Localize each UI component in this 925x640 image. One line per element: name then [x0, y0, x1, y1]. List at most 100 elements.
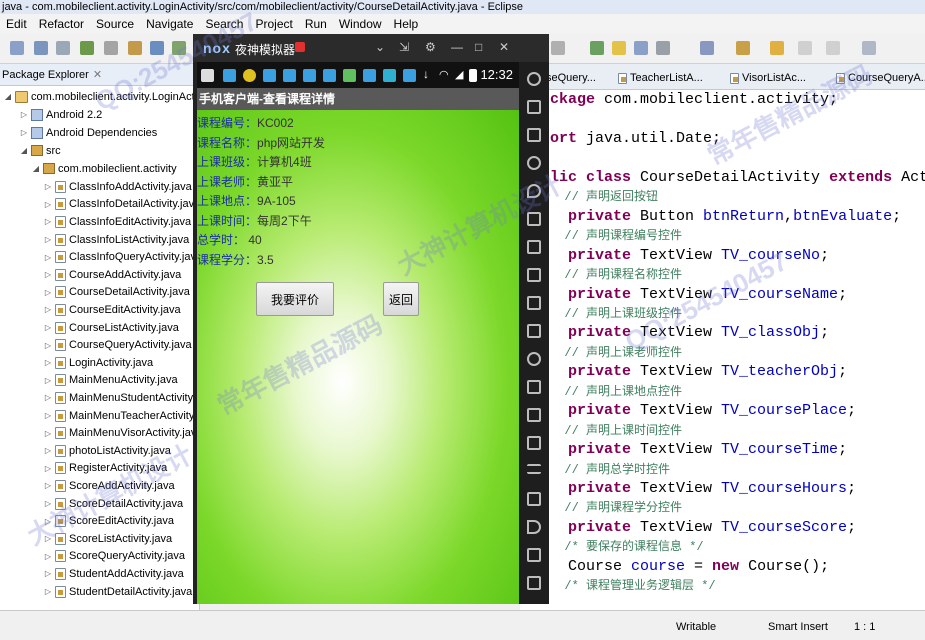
java-file-item[interactable]: ▷ CourseListActivity.java: [44, 319, 179, 337]
collapse-icon[interactable]: ◢: [32, 164, 40, 173]
java-file-item[interactable]: ▷ ClassInfoListActivity.java: [44, 231, 189, 249]
toolbar-search-icon[interactable]: [551, 41, 565, 55]
screenshot-icon[interactable]: [527, 408, 541, 422]
tree-project[interactable]: ◢ com.mobileclient.activity.LoginActivit…: [4, 88, 199, 106]
expand-icon[interactable]: ▷: [44, 376, 52, 385]
java-file-item[interactable]: ▷ CourseQueryActivity.java: [44, 336, 192, 354]
java-file-item[interactable]: ▷ ScoreQueryActivity.java: [44, 548, 185, 566]
toolbar-back-icon[interactable]: [770, 41, 784, 55]
expand-icon[interactable]: ▷: [44, 552, 52, 561]
scissors-icon[interactable]: [527, 156, 541, 170]
expand-icon[interactable]: ▷: [44, 200, 52, 209]
evaluate-button[interactable]: 我要评价: [256, 282, 334, 316]
tree-deps[interactable]: ▷ Android Dependencies: [20, 124, 157, 142]
java-file-item[interactable]: ▷ ScoreEditActivity.java: [44, 512, 174, 530]
expand-icon[interactable]: ▷: [44, 341, 52, 350]
macro-icon[interactable]: [527, 380, 541, 394]
java-file-item[interactable]: ▷ CourseDetailActivity.java: [44, 284, 190, 302]
tree-src[interactable]: ◢ src: [20, 142, 61, 160]
toolbar-mark-icon[interactable]: [590, 41, 604, 55]
volume-down-icon[interactable]: [527, 296, 541, 310]
sync-icon[interactable]: [527, 492, 541, 506]
menu-search[interactable]: Search: [199, 17, 249, 31]
menu-window[interactable]: Window: [333, 17, 388, 31]
editor-tab[interactable]: TeacherListA...: [618, 68, 703, 88]
menu-run[interactable]: Run: [299, 17, 333, 31]
toolbar-new-icon[interactable]: [10, 41, 24, 55]
expand-icon[interactable]: ▷: [44, 587, 52, 596]
expand-icon[interactable]: ▷: [20, 110, 28, 119]
toolbar-perspective-icon[interactable]: [862, 41, 876, 55]
recent-apps-icon[interactable]: [527, 576, 541, 590]
menu-navigate[interactable]: Navigate: [140, 17, 199, 31]
toolbar-tool-icon[interactable]: [104, 41, 118, 55]
toolbar-forward-icon[interactable]: [798, 41, 812, 55]
java-file-item[interactable]: ▷ MainMenuTeacherActivity.java: [44, 407, 199, 425]
expand-icon[interactable]: ▷: [44, 358, 52, 367]
menu-project[interactable]: Project: [249, 17, 298, 31]
chevron-down-icon[interactable]: ⌄: [375, 40, 385, 54]
menu-edit[interactable]: Edit: [0, 17, 33, 31]
editor-tab[interactable]: seQuery...: [546, 68, 596, 88]
toolbar-pen-icon[interactable]: [612, 41, 626, 55]
java-file-item[interactable]: ▷ CourseEditActivity.java: [44, 301, 181, 319]
expand-icon[interactable]: ▷: [44, 393, 52, 402]
toolbar-sdk-icon[interactable]: [150, 41, 164, 55]
location-icon[interactable]: [527, 184, 541, 198]
java-file-item[interactable]: ▷ ClassInfoQueryActivity.java: [44, 248, 199, 266]
expand-icon[interactable]: ▷: [44, 411, 52, 420]
fullscreen-icon[interactable]: [527, 240, 541, 254]
menu-refactor[interactable]: Refactor: [33, 17, 90, 31]
java-file-item[interactable]: ▷ ClassInfoDetailActivity.java: [44, 196, 199, 214]
trash-icon[interactable]: [527, 100, 541, 114]
expand-icon[interactable]: ▷: [44, 569, 52, 578]
shake-icon[interactable]: [527, 352, 541, 366]
editor-tab[interactable]: VisorListAc...: [730, 68, 806, 88]
toolbar-build-icon[interactable]: [128, 41, 142, 55]
close-icon[interactable]: ✕: [93, 68, 102, 81]
apk-install-icon[interactable]: [527, 324, 541, 338]
toolbar-debug-icon[interactable]: [80, 41, 94, 55]
expand-icon[interactable]: ▷: [44, 323, 52, 332]
java-file-item[interactable]: ▷ MainMenuVisorActivity.java: [44, 424, 199, 442]
expand-icon[interactable]: ▷: [44, 481, 52, 490]
back-icon[interactable]: [527, 520, 541, 534]
java-file-item[interactable]: ▷ LoginActivity.java: [44, 354, 153, 372]
expand-icon[interactable]: ▷: [44, 499, 52, 508]
multi-instance-icon[interactable]: [527, 436, 541, 450]
expand-icon[interactable]: ▷: [44, 288, 52, 297]
package-explorer-title[interactable]: Package Explorer: [2, 69, 89, 81]
expand-icon[interactable]: ▷: [44, 253, 52, 262]
volume-up-icon[interactable]: [527, 268, 541, 282]
home-icon[interactable]: [527, 548, 541, 562]
java-file-item[interactable]: ▷ ClassInfoAddActivity.java: [44, 178, 192, 196]
java-file-item[interactable]: ▷ ScoreListActivity.java: [44, 530, 172, 548]
java-file-item[interactable]: ▷ CourseAddActivity.java: [44, 266, 181, 284]
expand-icon[interactable]: ▷: [44, 270, 52, 279]
expand-icon[interactable]: ▷: [44, 429, 52, 438]
toolbar-dropdown-icon[interactable]: [826, 41, 840, 55]
java-file-item[interactable]: ▷ StudentDetailActivity.java: [44, 583, 192, 601]
minimize-icon[interactable]: —: [451, 40, 463, 54]
maximize-icon[interactable]: □: [475, 40, 482, 54]
expand-icon[interactable]: ▷: [44, 446, 52, 455]
expand-icon[interactable]: ▷: [44, 534, 52, 543]
expand-icon[interactable]: ▷: [44, 217, 52, 226]
expand-icon[interactable]: ▷: [44, 235, 52, 244]
editor-tab[interactable]: CourseQueryA...: [836, 68, 925, 88]
code-area[interactable]: ckage com.mobileclient.activity; ort java…: [520, 90, 925, 610]
menu-icon[interactable]: [527, 464, 541, 474]
toolbar-next-annotation-icon[interactable]: [700, 41, 714, 55]
collapse-icon[interactable]: ◢: [20, 146, 28, 155]
java-file-item[interactable]: ▷ RegisterActivity.java: [44, 460, 167, 478]
toolbar-save-icon[interactable]: [34, 41, 48, 55]
toolbar-block-icon[interactable]: [634, 41, 648, 55]
return-button[interactable]: 返回: [383, 282, 419, 316]
java-file-item[interactable]: ▷ ClassInfoEditActivity.java: [44, 213, 191, 231]
tree-package[interactable]: ◢ com.mobileclient.activity: [32, 160, 177, 178]
expand-icon[interactable]: ▷: [44, 305, 52, 314]
expand-icon[interactable]: ▷: [20, 128, 28, 137]
java-file-item[interactable]: ▷ ScoreDetailActivity.java: [44, 495, 183, 513]
toolbar-check-icon[interactable]: [172, 41, 186, 55]
notification-badge-icon[interactable]: [295, 42, 305, 52]
